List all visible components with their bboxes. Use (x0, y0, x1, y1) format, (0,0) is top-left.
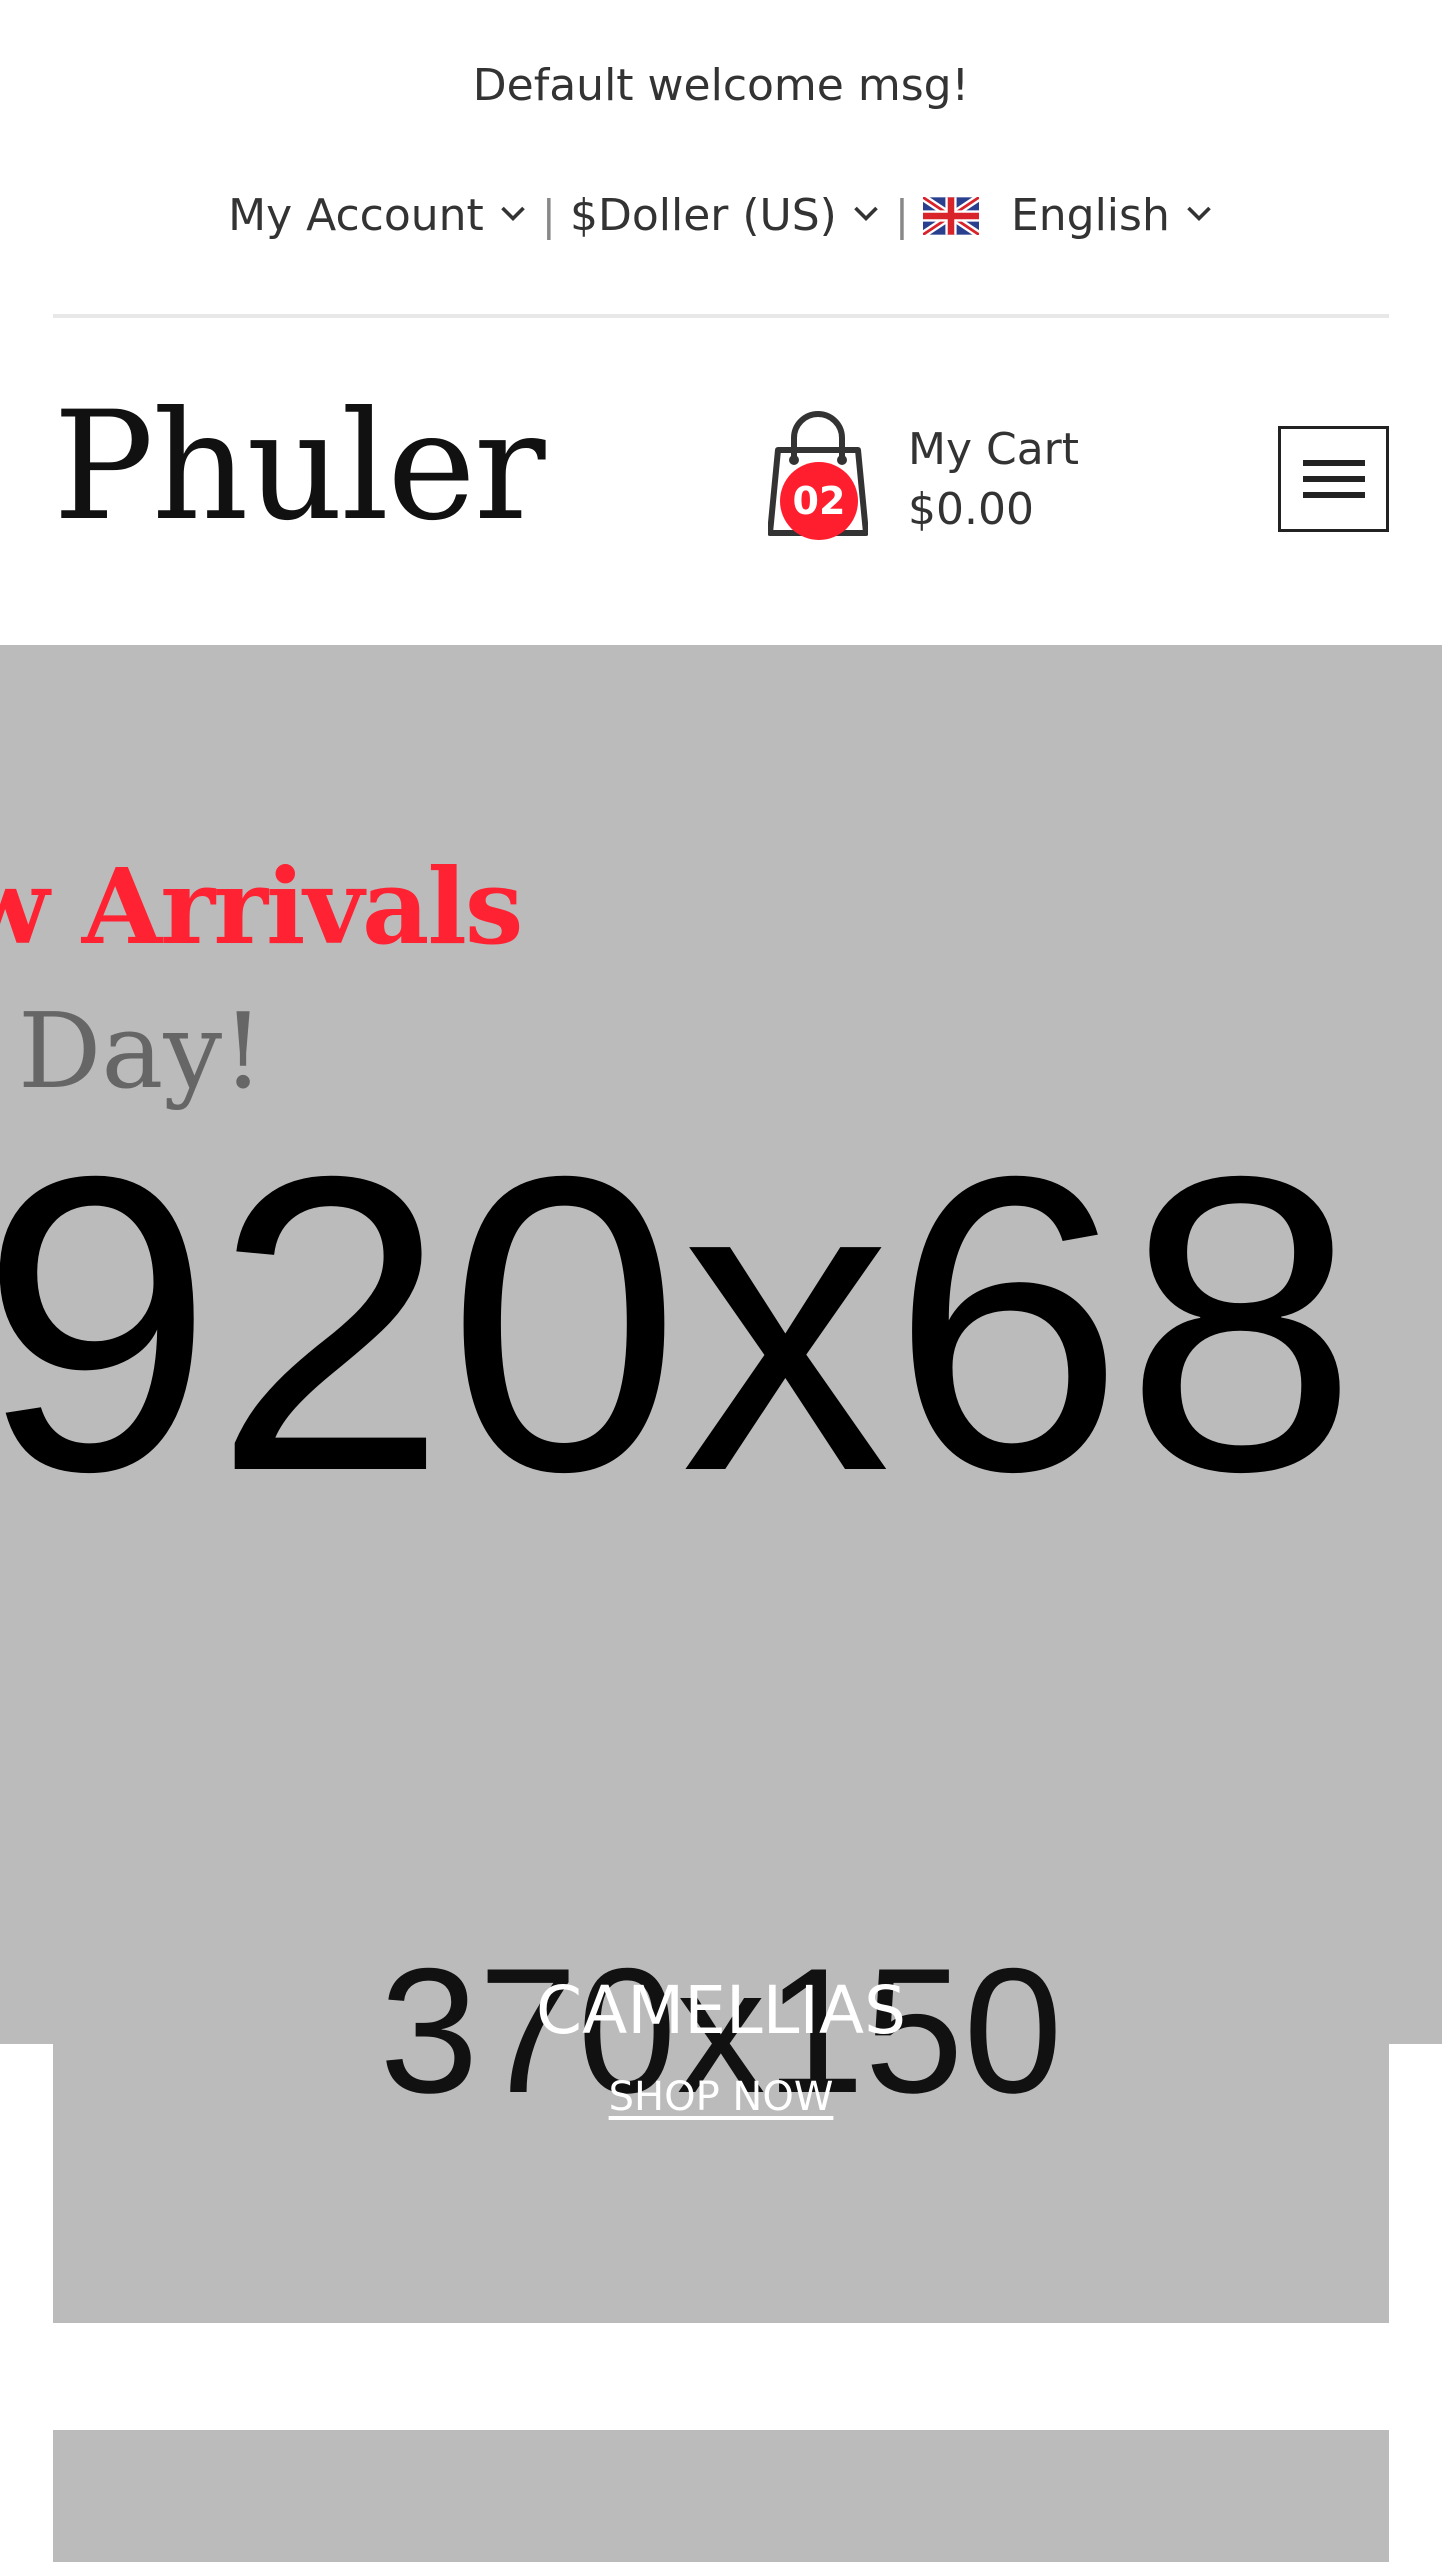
chevron-down-icon (854, 206, 878, 221)
separator: | (541, 191, 556, 240)
my-account-dropdown[interactable]: My Account (228, 190, 528, 241)
currency-label: $Doller (US) (569, 190, 837, 241)
banner-title: CAMELLIAS (536, 1972, 906, 2049)
currency-dropdown[interactable]: $Doller (US) (570, 190, 881, 241)
language-label: English (1010, 190, 1170, 241)
uk-flag-icon (922, 196, 979, 235)
hero-image-placeholder: 920x68 (0, 1090, 1358, 1559)
category-banner-secondary[interactable] (53, 2430, 1389, 2562)
my-cart-label[interactable]: My Cart (908, 424, 1079, 475)
cart-count-badge: 02 (780, 462, 858, 540)
separator: | (894, 191, 909, 240)
hero-title: w Arrivals (0, 845, 523, 968)
hamburger-menu-icon (1302, 492, 1365, 498)
hamburger-menu-icon (1302, 460, 1365, 466)
chevron-down-icon (501, 206, 525, 221)
cart-total: $0.00 (908, 484, 1034, 535)
header-divider (53, 314, 1389, 318)
top-bar: My Account | $Doller (US) | English (0, 190, 1442, 241)
category-banner[interactable]: 370x150 CAMELLIAS SHOP NOW (53, 1782, 1389, 2323)
my-account-label: My Account (228, 190, 484, 241)
shop-now-link[interactable]: SHOP NOW (609, 2074, 834, 2120)
hamburger-menu-icon (1302, 476, 1365, 482)
language-dropdown[interactable]: English (922, 190, 1214, 241)
hamburger-menu-button[interactable] (1278, 426, 1389, 532)
chevron-down-icon (1187, 206, 1211, 221)
site-logo[interactable]: Phuler (53, 392, 546, 542)
welcome-message: Default welcome msg! (472, 60, 970, 111)
